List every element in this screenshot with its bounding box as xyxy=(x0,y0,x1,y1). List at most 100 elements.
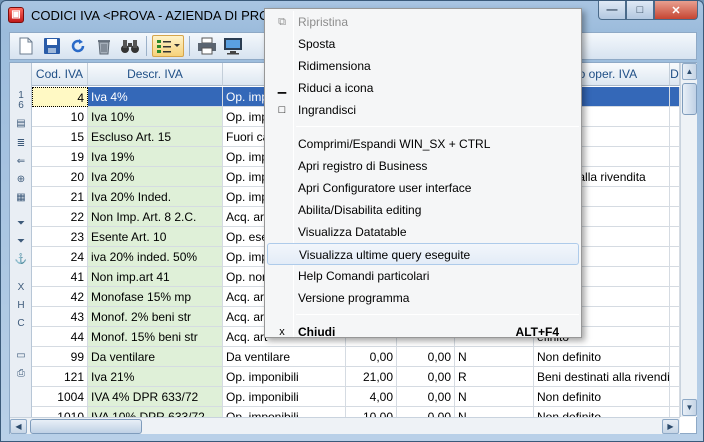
cell-a[interactable]: 21,00 xyxy=(346,367,397,387)
binoculars-icon[interactable] xyxy=(118,35,141,57)
printer-icon[interactable]: ⎙ xyxy=(14,367,28,381)
print-icon[interactable] xyxy=(195,35,218,57)
new-document-icon[interactable] xyxy=(14,35,37,57)
column-header-code[interactable]: Cod. IVA xyxy=(32,63,88,86)
menu-item-abilita-disabilita-editing[interactable]: Abilita/Disabilita editing xyxy=(267,199,579,221)
cell-extra[interactable] xyxy=(670,387,680,407)
cell-desc[interactable]: Da ventilare xyxy=(88,347,223,367)
table-row[interactable]: 121 Iva 21% Op. imponibili 21,00 0,00 R Beni d… xyxy=(32,367,680,387)
cell-extra[interactable] xyxy=(670,187,680,207)
cell-desc[interactable]: Non Imp. Art. 8 2.C. xyxy=(88,207,223,227)
menu-item-visualizza-ultime-query-eseguite[interactable]: Visualizza ultime query eseguite xyxy=(267,243,579,265)
list-icon[interactable]: ≣ xyxy=(14,137,28,151)
cell-desc[interactable]: Iva 20% xyxy=(88,167,223,187)
scroll-right-button[interactable]: ▶ xyxy=(662,419,679,434)
export-icon[interactable]: ⇐ xyxy=(14,155,28,169)
cell-code[interactable]: 19 xyxy=(32,147,88,167)
cell-extra[interactable] xyxy=(670,367,680,387)
cell-code[interactable]: 121 xyxy=(32,367,88,387)
cell-a[interactable]: 0,00 xyxy=(346,347,397,367)
menu-item-ridimensiona[interactable]: Ridimensiona xyxy=(267,55,579,77)
cell-extra[interactable] xyxy=(670,147,680,167)
hscroll-thumb[interactable] xyxy=(30,419,142,434)
refresh-icon[interactable] xyxy=(66,35,89,57)
cell-extra[interactable] xyxy=(670,407,680,417)
cell-code[interactable]: 22 xyxy=(32,207,88,227)
cell-code[interactable]: 44 xyxy=(32,327,88,347)
cell-tipo[interactable]: Op. imponibili xyxy=(223,407,346,417)
cell-code[interactable]: 10 xyxy=(32,107,88,127)
menu-item-ingrandisci[interactable]: □ Ingrandisci xyxy=(267,99,579,121)
cell-extra[interactable] xyxy=(670,247,680,267)
cell-code[interactable]: 1010 xyxy=(32,407,88,417)
cell-code[interactable]: 99 xyxy=(32,347,88,367)
cell-tipo[interactable]: Da ventilare xyxy=(223,347,346,367)
anchor-icon[interactable]: ⚓ xyxy=(14,253,28,267)
cell-extra[interactable] xyxy=(670,127,680,147)
cell-op[interactable]: Beni destinati alla rivendita xyxy=(534,367,670,387)
cell-code[interactable]: 23 xyxy=(32,227,88,247)
cell-extra[interactable] xyxy=(670,287,680,307)
cell-extra[interactable] xyxy=(670,87,680,107)
horizontal-scrollbar[interactable]: ◀ ▶ xyxy=(10,417,680,434)
minimize-button[interactable]: — xyxy=(598,1,626,20)
cell-extra[interactable] xyxy=(670,227,680,247)
cell-code[interactable]: 24 xyxy=(32,247,88,267)
menu-item-visualizza-datatable[interactable]: Visualizza Datatable xyxy=(267,221,579,243)
html-export-icon[interactable]: H xyxy=(14,299,28,313)
cell-n[interactable]: N xyxy=(455,347,534,367)
cell-a[interactable]: 4,00 xyxy=(346,387,397,407)
cell-code[interactable]: 15 xyxy=(32,127,88,147)
cell-extra[interactable] xyxy=(670,167,680,187)
cell-code[interactable]: 41 xyxy=(32,267,88,287)
cell-desc[interactable]: Iva 4% xyxy=(88,87,223,107)
menu-item-chiudi[interactable]: x Chiudi ALT+F4 xyxy=(267,321,579,343)
scroll-left-button[interactable]: ◀ xyxy=(10,419,27,434)
cell-desc[interactable]: IVA 10% DPR 633/72 xyxy=(88,407,223,417)
cell-code[interactable]: 43 xyxy=(32,307,88,327)
scroll-up-button[interactable]: ▲ xyxy=(682,63,697,80)
cell-tipo[interactable]: Op. imponibili xyxy=(223,367,346,387)
cell-op[interactable]: Non definito xyxy=(534,347,670,367)
cell-desc[interactable]: Iva 21% xyxy=(88,367,223,387)
table-row[interactable]: 1004 IVA 4% DPR 633/72 Op. imponibili 4,00 0… xyxy=(32,387,680,407)
cell-extra[interactable] xyxy=(670,207,680,227)
cell-code[interactable]: 20 xyxy=(32,167,88,187)
cell-desc[interactable]: Monof. 2% beni str xyxy=(88,307,223,327)
cell-n[interactable]: N xyxy=(455,407,534,417)
cell-b[interactable]: 0,00 xyxy=(397,387,455,407)
grid-icon[interactable]: ▦ xyxy=(14,191,28,205)
cell-op[interactable]: Non definito xyxy=(534,387,670,407)
list-layout-icon[interactable] xyxy=(152,35,184,57)
cell-desc[interactable]: Escluso Art. 15 xyxy=(88,127,223,147)
cell-n[interactable]: N xyxy=(455,387,534,407)
cell-desc[interactable]: Iva 19% xyxy=(88,147,223,167)
cell-desc[interactable]: Non imp.art 41 xyxy=(88,267,223,287)
menu-item-riduci-a-icona[interactable]: ▁ Riduci a icona xyxy=(267,77,579,99)
cell-extra[interactable] xyxy=(670,307,680,327)
cell-b[interactable]: 0,00 xyxy=(397,347,455,367)
table-row[interactable]: 1010 IVA 10% DPR 633/72 Op. imponibili 10,0… xyxy=(32,407,680,417)
menu-item-comprimi-espandi-win-sx-ctrl[interactable]: Comprimi/Espandi WIN_SX + CTRL xyxy=(267,133,579,155)
cell-desc[interactable]: iva 20% inded. 50% xyxy=(88,247,223,267)
cell-desc[interactable]: Esente Art. 10 xyxy=(88,227,223,247)
cell-desc[interactable]: Monofase 15% mp xyxy=(88,287,223,307)
filter-funnel-icon[interactable]: ⏷ xyxy=(14,217,28,231)
delete-icon[interactable] xyxy=(92,35,115,57)
column-header-description[interactable]: Descr. IVA xyxy=(88,63,223,86)
filter-icon[interactable]: ▤ xyxy=(14,117,28,131)
preview-icon[interactable]: ▭ xyxy=(14,349,28,363)
maximize-button[interactable]: □ xyxy=(626,1,654,20)
excel-export-icon[interactable]: X xyxy=(14,281,28,295)
cell-desc[interactable]: Iva 20% Inded. xyxy=(88,187,223,207)
scroll-down-button[interactable]: ▼ xyxy=(682,399,697,416)
cell-extra[interactable] xyxy=(670,347,680,367)
app-icon[interactable]: ▣ xyxy=(8,7,24,23)
column-header-extra[interactable]: D xyxy=(670,63,680,86)
cell-tipo[interactable]: Op. imponibili xyxy=(223,387,346,407)
cell-code[interactable]: 1004 xyxy=(32,387,88,407)
cell-b[interactable]: 0,00 xyxy=(397,367,455,387)
vertical-scrollbar[interactable]: ▲ ▼ xyxy=(680,63,697,417)
cell-desc[interactable]: IVA 4% DPR 633/72 xyxy=(88,387,223,407)
cell-extra[interactable] xyxy=(670,267,680,287)
